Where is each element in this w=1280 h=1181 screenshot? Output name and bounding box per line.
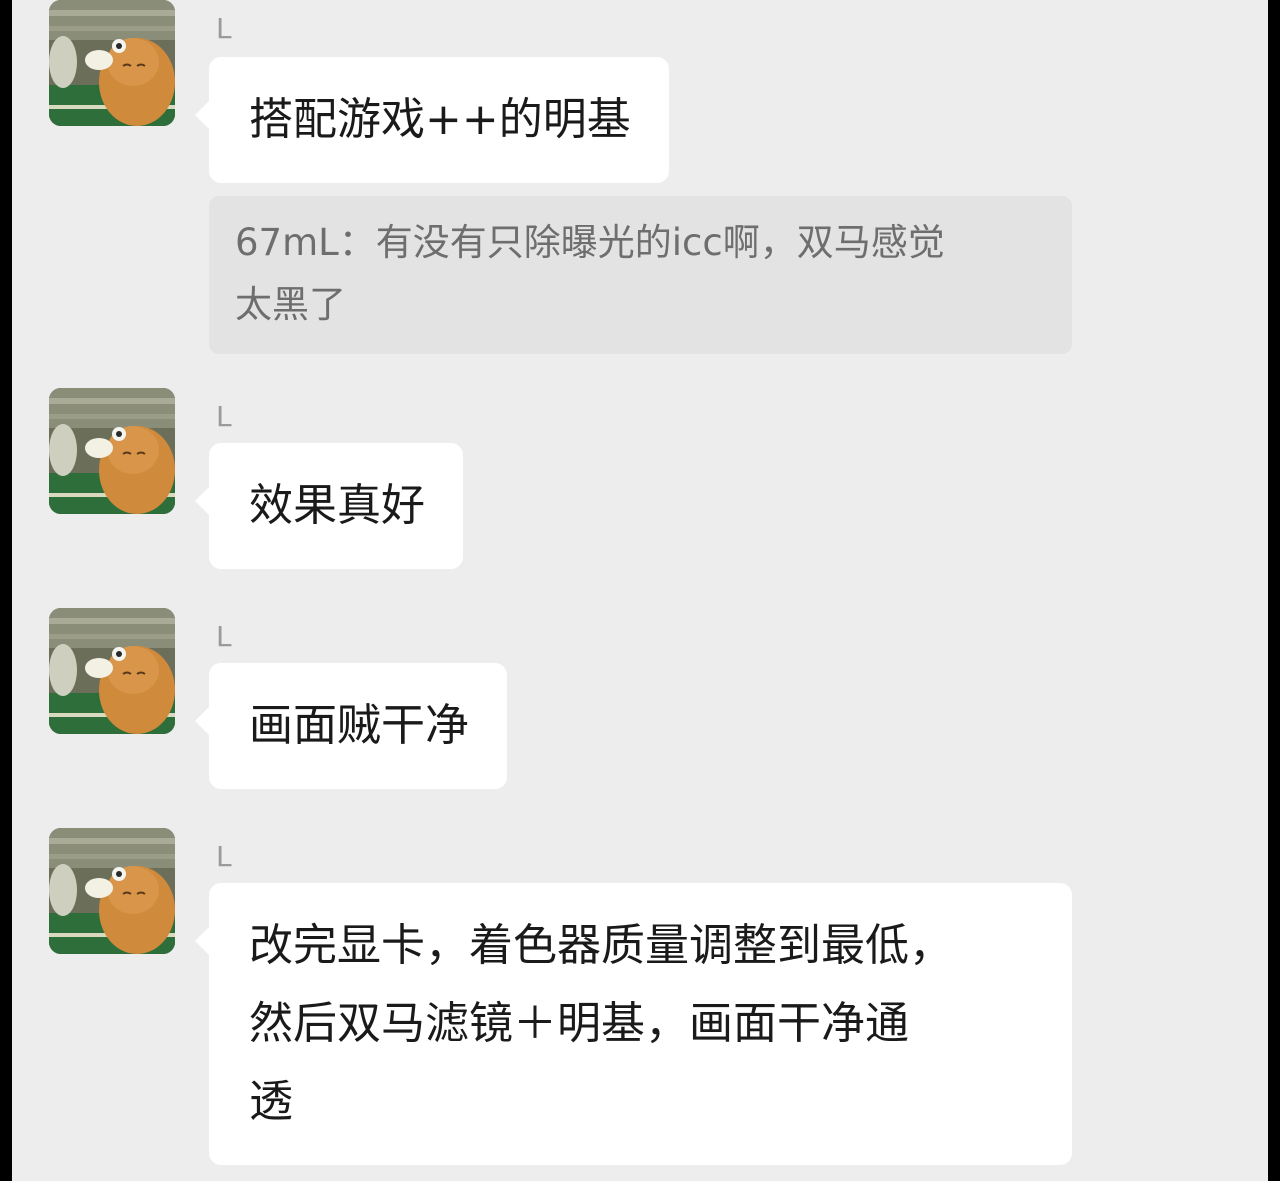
message-text: 改完显卡，着色器质量调整到最低， <box>249 920 953 971</box>
message-bubble[interactable]: 搭配游戏++的明基 <box>195 57 669 183</box>
quote-text: 67mL：有没有只除曝光的icc啊，双马感觉 <box>235 221 945 264</box>
cat-avatar-icon[interactable] <box>49 828 175 954</box>
sender-name: L <box>216 620 232 653</box>
cat-avatar-icon[interactable] <box>49 388 175 514</box>
chat-window: L 搭配游戏++的明基 67mL：有没有只除曝光的icc啊，双马感觉 太黑了 L… <box>12 0 1268 1181</box>
message-text: 搭配游戏++的明基 <box>249 94 631 145</box>
message-text: 效果真好 <box>249 480 425 531</box>
sender-name: L <box>216 400 232 433</box>
quoted-message[interactable]: 67mL：有没有只除曝光的icc啊，双马感觉 太黑了 <box>209 196 1072 354</box>
message-text: 透 <box>249 1076 293 1127</box>
cat-avatar-icon[interactable] <box>49 608 175 734</box>
message-bubble[interactable]: 改完显卡，着色器质量调整到最低， 然后双马滤镜＋明基，画面干净通 透 <box>195 883 1072 1165</box>
message-text: 画面贼干净 <box>249 700 469 751</box>
cat-avatar-icon[interactable] <box>49 0 175 126</box>
sender-name: L <box>216 12 232 45</box>
message-bubble[interactable]: 效果真好 <box>195 443 463 569</box>
message-text: 然后双马滤镜＋明基，画面干净通 <box>249 998 909 1049</box>
sender-name: L <box>216 840 232 873</box>
quote-text: 太黑了 <box>235 283 346 326</box>
message-bubble[interactable]: 画面贼干净 <box>195 663 507 789</box>
